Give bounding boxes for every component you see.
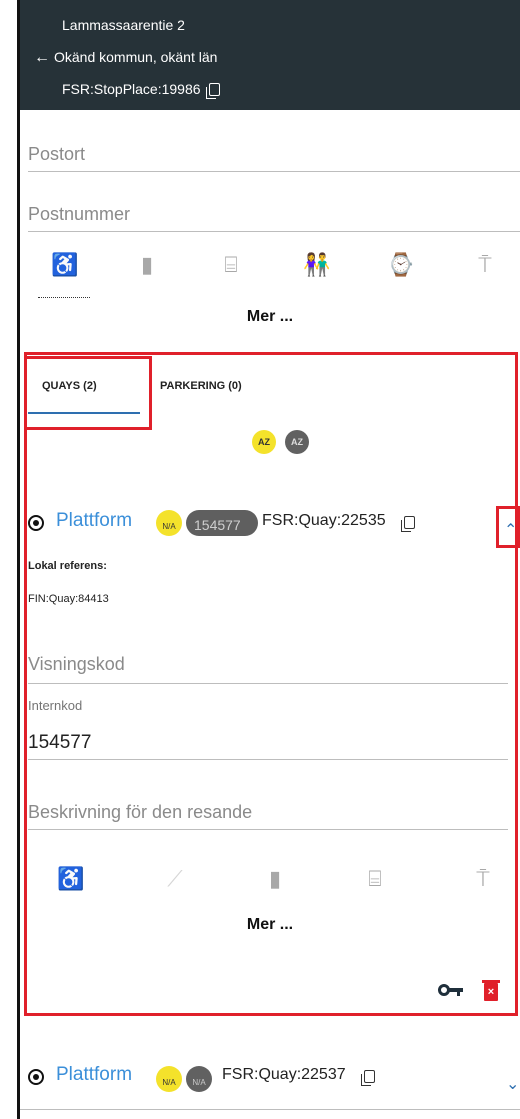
ticket-machine-icon[interactable]: ▮ [132, 252, 162, 278]
postort-field[interactable]: Postort [28, 116, 520, 172]
stop-place-header: Lammassaarentie 2 ← Okänd kommun, okänt l… [20, 0, 520, 110]
focus-indicator [38, 297, 90, 298]
chevron-down-icon[interactable]: ⌄ [506, 1074, 519, 1094]
postnummer-placeholder: Postnummer [28, 204, 131, 224]
divider [20, 1109, 520, 1110]
stop-facility-icons: ♿ ▮ ⌸ 👫 ⌚ ⍑ [20, 252, 520, 292]
left-window-edge [0, 0, 20, 1119]
wheelchair-icon[interactable]: ♿ [50, 252, 80, 278]
arrow-left-icon[interactable]: ← [34, 49, 54, 67]
signpost-icon[interactable]: ⍑ [470, 252, 500, 278]
shelter-icon[interactable]: ⌸ [216, 252, 246, 278]
copy-icon[interactable] [361, 1070, 375, 1086]
waiting-room-icon[interactable]: ⌚ [386, 252, 416, 278]
annotation-collapse-chevron [496, 506, 520, 548]
postnummer-field[interactable]: Postnummer [28, 176, 520, 232]
toilets-icon[interactable]: 👫 [302, 252, 332, 278]
stop-id: FSR:StopPlace:19986 [62, 81, 201, 97]
copy-icon[interactable] [205, 83, 220, 99]
annotation-quays-tab [24, 356, 152, 430]
quay-header-2[interactable]: Plattform N/A N/A FSR:Quay:22537 [28, 1064, 518, 1094]
stop-id-row: FSR:StopPlace:19986 [62, 81, 220, 99]
quay-name[interactable]: Plattform [56, 1064, 132, 1086]
code-badge: N/A [186, 1066, 212, 1092]
quay-id: FSR:Quay:22537 [222, 1066, 346, 1083]
stop-place-panel: Lammassaarentie 2 ← Okänd kommun, okänt l… [20, 0, 520, 1119]
stop-title: Lammassaarentie 2 [62, 17, 185, 33]
location-row: ← Okänd kommun, okänt län [34, 49, 217, 67]
postort-placeholder: Postort [28, 144, 86, 164]
location-target-icon [28, 1069, 44, 1085]
stop-more-button[interactable]: Mer ... [20, 308, 520, 326]
na-badge: N/A [156, 1066, 182, 1092]
annotation-quays-section [24, 352, 518, 1016]
location-text: Okänd kommun, okänt län [54, 49, 218, 65]
